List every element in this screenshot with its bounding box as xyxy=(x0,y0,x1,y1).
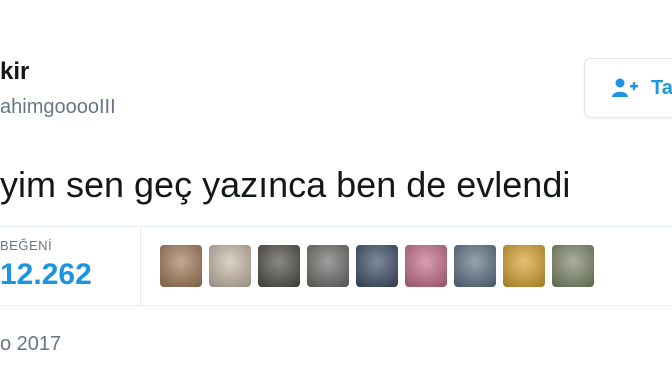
follow-button[interactable]: Ta xyxy=(584,58,672,118)
likes-label: BEĞENİ xyxy=(0,238,53,253)
liker-avatar-5[interactable] xyxy=(356,245,398,287)
add-user-icon xyxy=(612,78,638,97)
avatar-shade xyxy=(356,245,398,287)
follow-button-label: Ta xyxy=(651,76,672,99)
liker-avatar-8[interactable] xyxy=(503,245,545,287)
liker-avatar-3[interactable] xyxy=(258,245,300,287)
avatar-shade xyxy=(209,245,251,287)
likes-count[interactable]: 12.262 xyxy=(0,258,92,292)
tweet-text: yim sen geç yazınca ben de evlendi xyxy=(0,164,571,205)
tweet-date[interactable]: o 2017 xyxy=(0,333,61,356)
liker-avatar-1[interactable] xyxy=(160,245,202,287)
liker-avatar-6[interactable] xyxy=(405,245,447,287)
liker-avatar-7[interactable] xyxy=(454,245,496,287)
user-display-name[interactable]: kir xyxy=(0,58,29,86)
stats-divider-vertical xyxy=(140,226,141,305)
avatar-shade xyxy=(160,245,202,287)
liker-avatar-9[interactable] xyxy=(552,245,594,287)
avatar-shade xyxy=(307,245,349,287)
avatar-shade xyxy=(454,245,496,287)
avatar-shade xyxy=(258,245,300,287)
avatar-shade xyxy=(503,245,545,287)
liker-avatars xyxy=(160,245,601,287)
user-handle[interactable]: ahimgooooIII xyxy=(0,96,116,119)
avatar-shade xyxy=(405,245,447,287)
avatar-shade xyxy=(552,245,594,287)
stats-divider-top xyxy=(0,226,672,227)
liker-avatar-4[interactable] xyxy=(307,245,349,287)
stats-divider-bottom xyxy=(0,305,672,306)
liker-avatar-2[interactable] xyxy=(209,245,251,287)
